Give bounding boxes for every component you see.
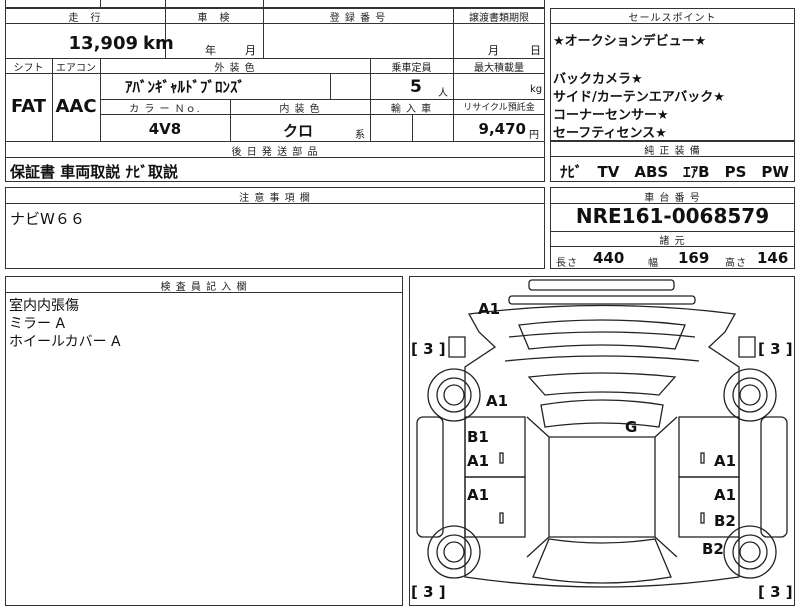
- inspection-label: 車 検: [197, 13, 231, 24]
- tire-mark: [ 3 ]: [411, 340, 446, 358]
- damage-mark: A1: [478, 300, 501, 318]
- damage-mark: B2: [702, 540, 724, 558]
- sales-point-line: ★オークションデビュー★: [553, 34, 707, 49]
- inspection-month: 月: [245, 44, 256, 57]
- sales-point-label: セールスポイント: [628, 13, 717, 24]
- color-value: ｱﾊﾞﾝｷﾞｬﾙﾄﾞﾌﾞﾛﾝｽﾞ: [125, 78, 246, 96]
- width-value: 169: [678, 249, 710, 267]
- inspector-line: 室内内張傷: [9, 298, 79, 314]
- seating-unit: 人: [438, 88, 448, 99]
- later-parts-label: 後 日 発 送 部 品: [231, 147, 319, 158]
- mileage-value: 13,909: [68, 33, 138, 54]
- capacity-unit: kg: [530, 84, 543, 95]
- equipment-value: ﾅﾋﾞ TV ABS ｴｱB PS PW: [560, 163, 789, 181]
- interior-value: クロ: [283, 122, 314, 140]
- damage-mark: G: [625, 418, 638, 436]
- seating-value: 5: [410, 77, 422, 97]
- inspector-line: ミラー A: [9, 316, 66, 332]
- interior-suffix: 系: [355, 130, 365, 141]
- top-strip: [5, 0, 545, 8]
- height-label: 高さ: [725, 258, 747, 269]
- length-label: 長さ: [556, 258, 578, 269]
- aircon-value: AAC: [55, 96, 97, 117]
- recycle-label: リサイクル預託金: [463, 103, 535, 113]
- mileage-unit: km: [143, 33, 174, 54]
- damage-mark: A1: [467, 486, 490, 504]
- seating-label: 乗車定員: [391, 63, 432, 74]
- width-label: 幅: [648, 258, 659, 269]
- later-parts-value: 保証書 車両取説 ﾅﾋﾞ取説: [10, 163, 178, 181]
- inspector-label: 検 査 員 記 入 欄: [160, 282, 248, 293]
- damage-mark: A1: [486, 392, 509, 410]
- tire-mark: [ 3 ]: [411, 583, 446, 601]
- damage-mark: A1: [714, 452, 737, 470]
- damage-mark: B2: [714, 512, 736, 530]
- damage-mark: A1: [714, 486, 737, 504]
- damage-mark: A1: [467, 452, 490, 470]
- chassis-value: NRE161-0068579: [575, 204, 770, 228]
- transfer-label: 譲渡書類期限: [469, 13, 529, 24]
- import-label: 輸 入 車: [390, 104, 433, 115]
- recycle-unit: 円: [529, 130, 539, 141]
- equipment-label: 純 正 装 備: [644, 146, 701, 157]
- sales-point-line: サイド/カーテンエアバック★: [553, 90, 725, 105]
- chassis-label: 車 台 番 号: [644, 193, 701, 204]
- sales-point-line: バックカメラ★: [553, 72, 643, 87]
- inspector-line: ホイールカバー A: [9, 334, 121, 350]
- height-value: 146: [757, 249, 789, 267]
- color-no-value: 4V8: [148, 120, 182, 138]
- tire-mark: [ 3 ]: [758, 340, 793, 358]
- shift-label: シフト: [13, 63, 44, 74]
- transfer-day: 日: [530, 44, 541, 57]
- color-label: 外 装 色: [214, 63, 256, 74]
- notes-value: ナビW６６: [10, 210, 85, 228]
- length-value: 440: [593, 249, 625, 267]
- registration-label: 登 録 番 号: [329, 13, 387, 24]
- aircon-label: エアコン: [56, 63, 96, 74]
- shift-value: FAT: [10, 96, 47, 117]
- damage-mark: B1: [467, 428, 489, 446]
- color-no-label: カ ラ ー Ｎｏ.: [129, 104, 201, 115]
- inspection-year: 年: [205, 44, 216, 57]
- capacity-label: 最大積載量: [474, 63, 524, 74]
- recycle-value: 9,470: [478, 120, 526, 138]
- specs-label: 諸 元: [659, 236, 686, 247]
- sales-point-line: コーナーセンサー★: [553, 108, 669, 123]
- vehicle-info-table: [5, 8, 545, 142]
- transfer-month: 月: [488, 44, 499, 57]
- interior-label: 内 装 色: [279, 104, 321, 115]
- mileage-label: 走 行: [68, 13, 102, 24]
- tire-mark: [ 3 ]: [758, 583, 793, 601]
- notes-label: 注 意 事 項 欄: [239, 193, 311, 204]
- sales-point-line: セーフティセンス★: [553, 126, 667, 141]
